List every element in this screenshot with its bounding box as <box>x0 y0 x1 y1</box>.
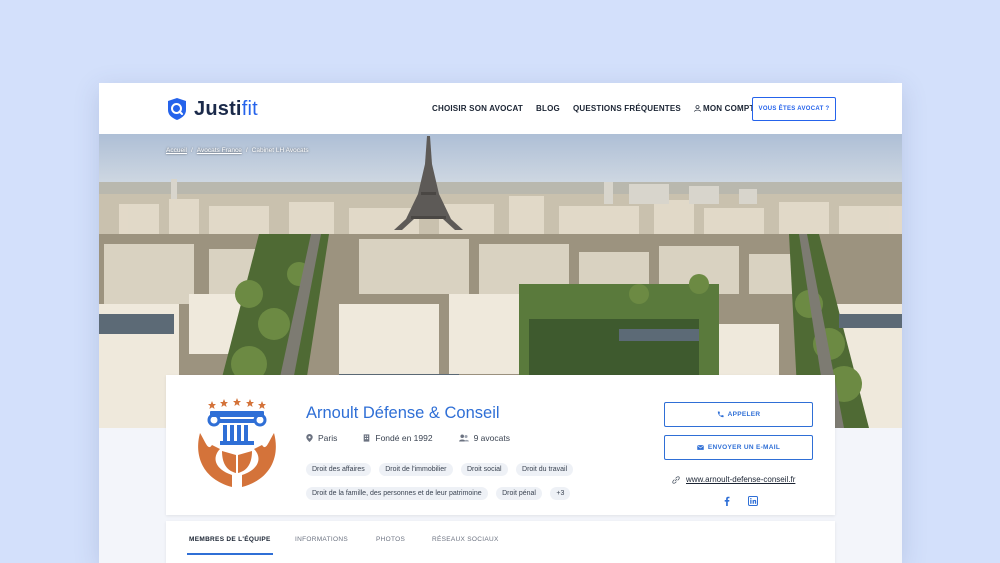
tab-informations[interactable]: INFORMATIONS <box>295 536 348 543</box>
firm-founded-label: Fondé en 1992 <box>375 433 433 443</box>
social-links <box>722 496 758 506</box>
firm-meta: Paris Fondé en 1992 9 avocats <box>306 433 536 443</box>
logo-stars <box>208 398 266 409</box>
phone-icon <box>717 411 724 418</box>
user-icon <box>694 105 701 112</box>
linkedin-icon[interactable] <box>748 496 758 506</box>
tab-team-members[interactable]: MEMBRES DE L'ÉQUIPE <box>187 536 273 555</box>
breadcrumb-separator: / <box>190 147 193 154</box>
email-button[interactable]: ENVOYER UN E-MAIL <box>664 435 813 460</box>
tag-more[interactable]: +3 <box>550 487 571 500</box>
firm-website-link[interactable]: www.arnoult-defense-conseil.fr <box>686 475 795 484</box>
call-button[interactable]: APPELER <box>664 402 813 427</box>
nav-blog[interactable]: BLOG <box>536 104 560 113</box>
tag-droit-social[interactable]: Droit social <box>460 463 508 476</box>
firm-founded: Fondé en 1992 <box>363 433 433 443</box>
profile-tabs: MEMBRES DE L'ÉQUIPE INFORMATIONS PHOTOS … <box>166 521 835 563</box>
site-header: Justifit CHOISIR SON AVOCAT BLOG QUESTIO… <box>99 83 902 134</box>
firm-profile-card: Arnoult Défense & Conseil Paris Fondé en… <box>166 375 835 515</box>
firm-logo <box>198 398 276 487</box>
building-icon <box>364 434 370 442</box>
firm-name: Arnoult Défense & Conseil <box>306 404 500 422</box>
tag-droit-immobilier[interactable]: Droit de l'immobilier <box>379 463 453 476</box>
practice-area-tags: Droit des affaires Droit de l'immobilier… <box>306 458 606 506</box>
tag-droit-travail[interactable]: Droit du travail <box>516 463 574 476</box>
facebook-icon[interactable] <box>722 496 732 506</box>
firm-lawyers-label: 9 avocats <box>473 433 510 443</box>
firm-city-label: Paris <box>318 433 338 443</box>
link-icon <box>672 475 680 484</box>
email-button-label: ENVOYER UN E-MAIL <box>707 444 781 451</box>
location-pin-icon <box>306 434 313 442</box>
shield-search-icon <box>168 98 186 120</box>
breadcrumb: Accueil / Avocats France / Cabinet LH Av… <box>166 147 309 154</box>
tag-droit-affaires[interactable]: Droit des affaires <box>306 463 371 476</box>
firm-lawyers: 9 avocats <box>458 433 510 443</box>
tag-droit-famille[interactable]: Droit de la famille, des personnes et de… <box>306 487 488 500</box>
main-nav: CHOISIR SON AVOCAT BLOG QUESTIONS FRÉQUE… <box>432 104 793 113</box>
brand-name: Justifit <box>194 97 258 120</box>
browser-window: Justifit CHOISIR SON AVOCAT BLOG QUESTIO… <box>99 83 902 563</box>
nav-faq[interactable]: QUESTIONS FRÉQUENTES <box>573 104 681 113</box>
tab-photos[interactable]: PHOTOS <box>376 536 405 543</box>
breadcrumb-avocats-france[interactable]: Avocats France <box>197 147 242 154</box>
call-button-label: APPELER <box>727 411 761 418</box>
tab-social-networks[interactable]: RÉSEAUX SOCIAUX <box>432 536 499 543</box>
breadcrumb-home[interactable]: Accueil <box>166 147 187 154</box>
nav-choose-lawyer[interactable]: CHOISIR SON AVOCAT <box>432 104 523 113</box>
breadcrumb-separator: / <box>245 147 248 154</box>
envelope-icon <box>696 445 704 450</box>
justifit-logo[interactable]: Justifit <box>166 96 258 122</box>
are-you-lawyer-button[interactable]: VOUS ÊTES AVOCAT ? <box>752 97 836 121</box>
users-icon <box>458 434 469 442</box>
breadcrumb-current: Cabinet LH Avocats <box>251 147 309 154</box>
firm-city: Paris <box>306 433 337 443</box>
tag-droit-penal[interactable]: Droit pénal <box>496 487 542 500</box>
firm-website: www.arnoult-defense-conseil.fr <box>672 475 795 484</box>
